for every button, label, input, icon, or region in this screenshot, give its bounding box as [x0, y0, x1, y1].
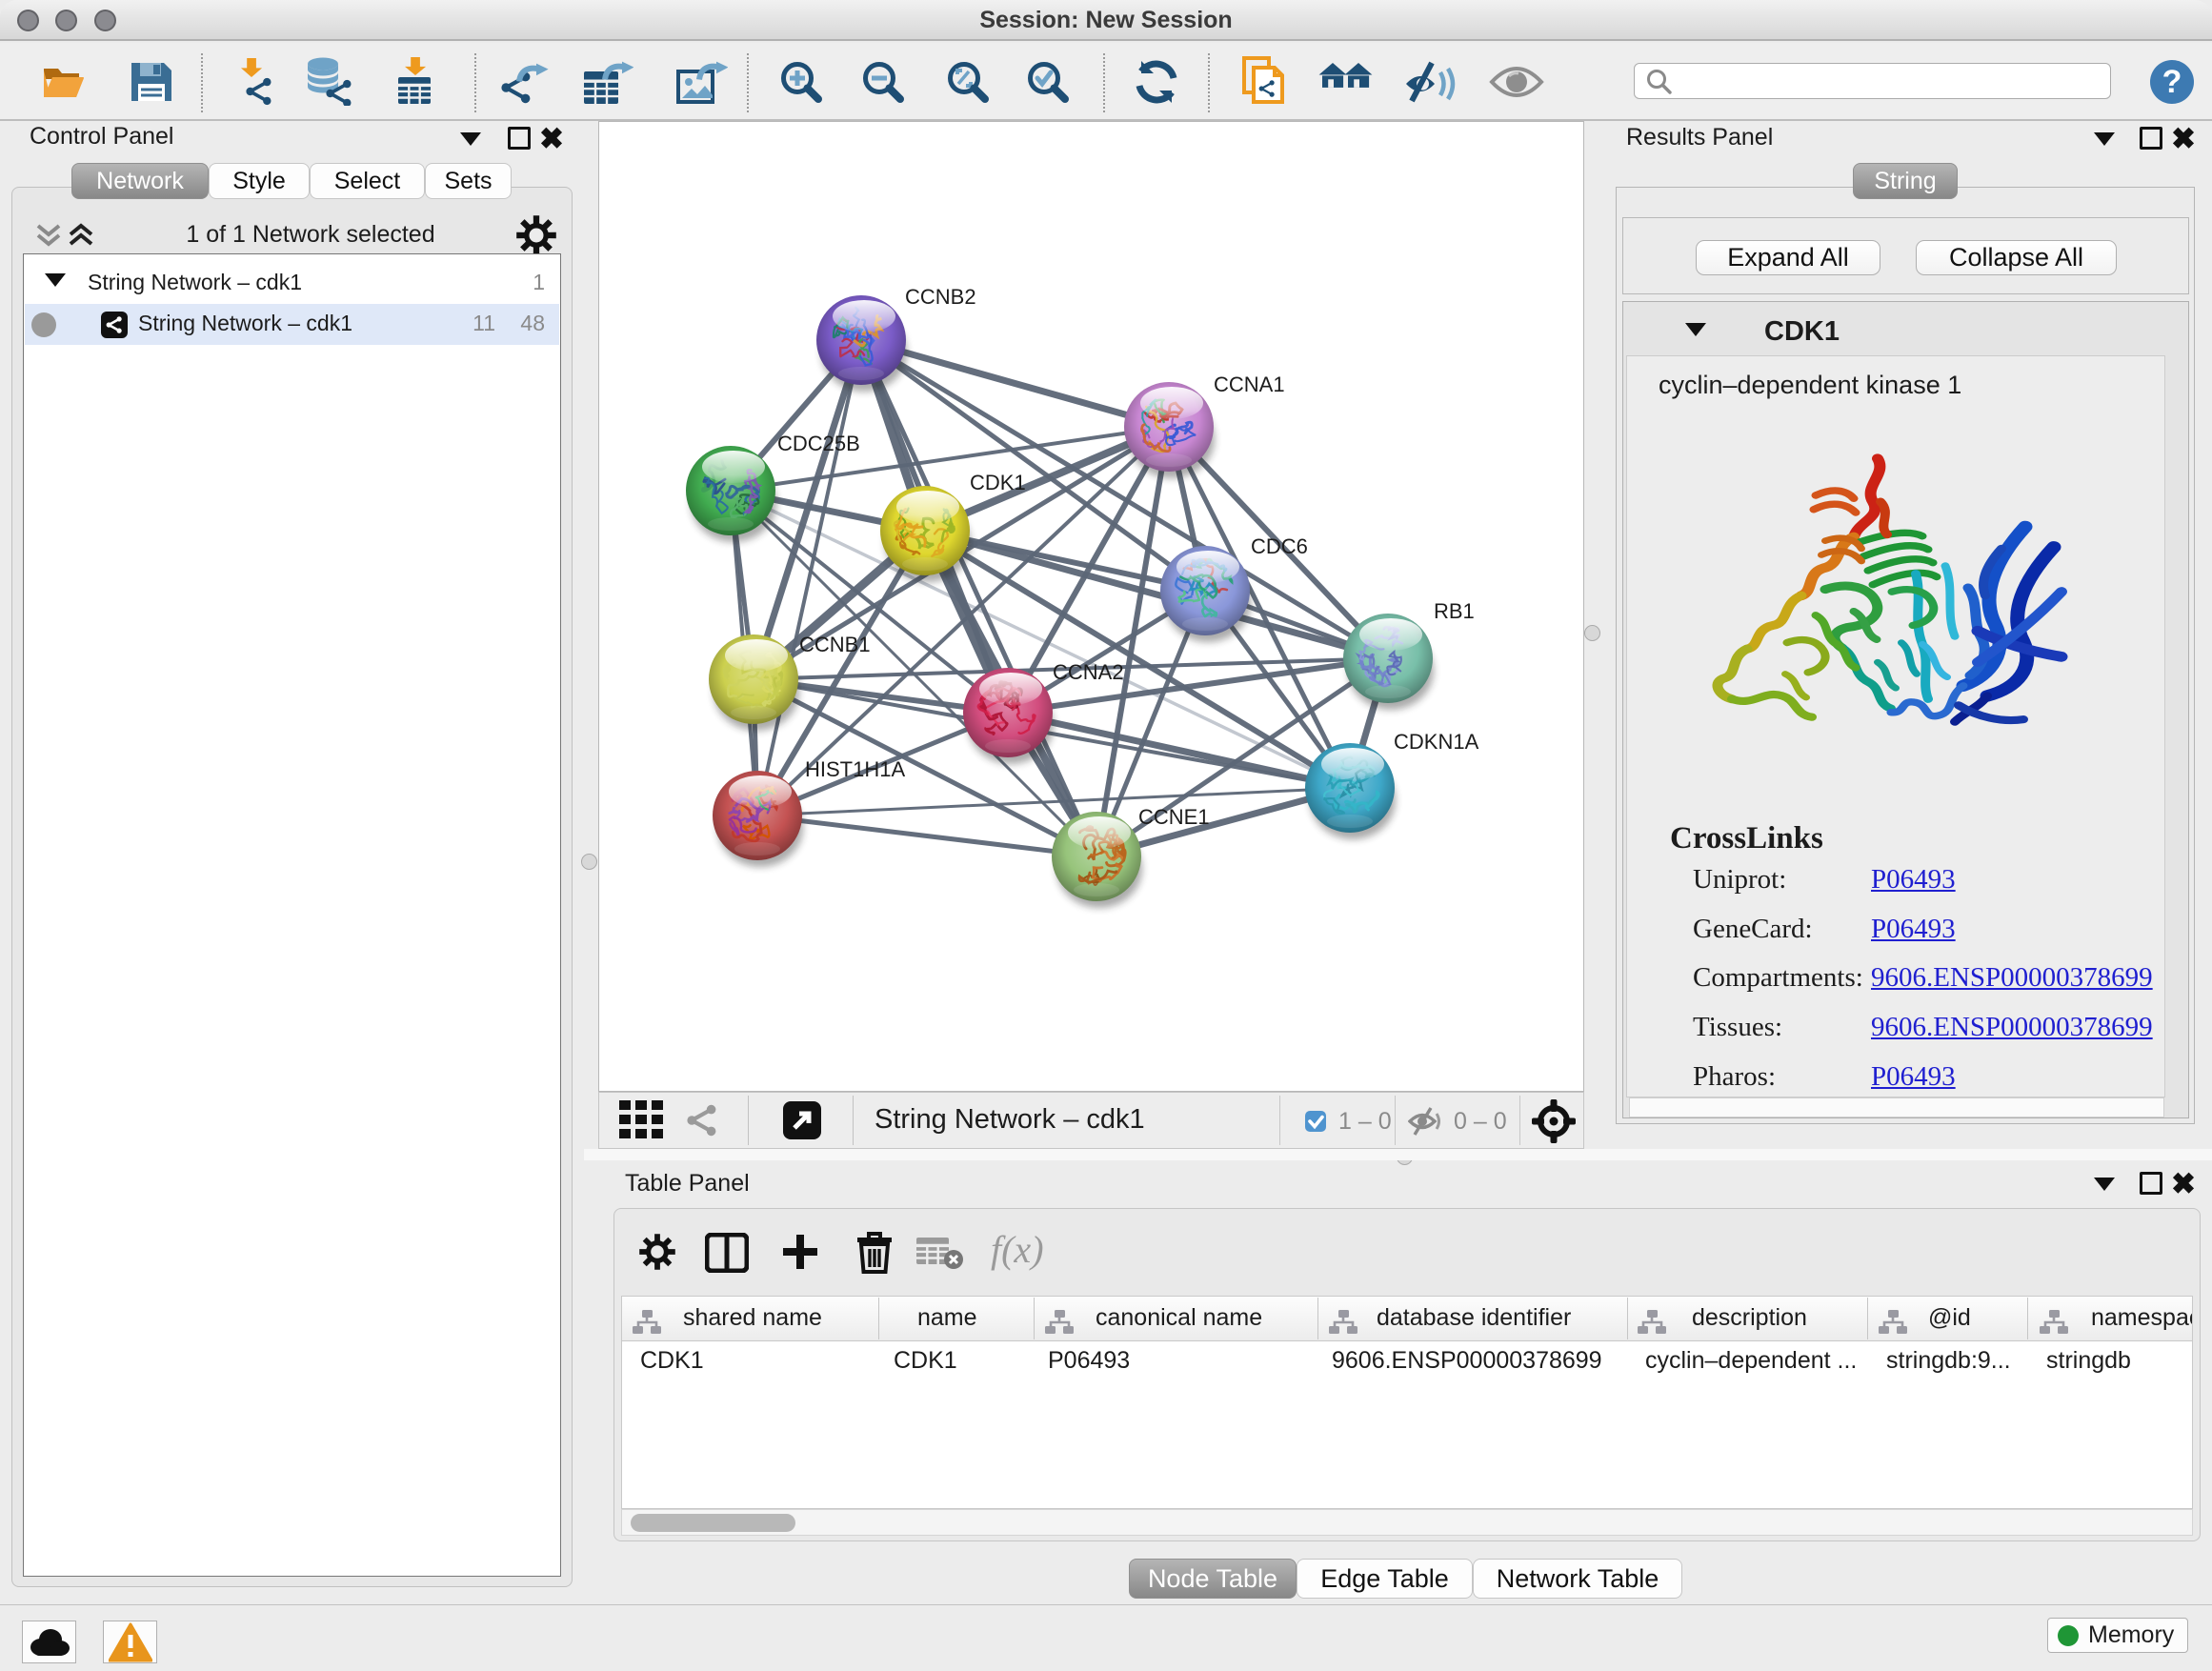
svg-text:CCNA2: CCNA2: [1053, 660, 1124, 684]
svg-text:RB1: RB1: [1434, 599, 1475, 623]
svg-text:CCNB1: CCNB1: [799, 633, 871, 656]
svg-text:CDC6: CDC6: [1251, 534, 1308, 558]
svg-text:CCNE1: CCNE1: [1138, 805, 1210, 829]
svg-text:?: ?: [2162, 64, 2182, 100]
svg-text:HIST1H1A: HIST1H1A: [805, 757, 905, 781]
svg-text:CDK1: CDK1: [970, 471, 1026, 494]
svg-text:CDKN1A: CDKN1A: [1394, 730, 1479, 754]
svg-text:CCNB2: CCNB2: [905, 285, 976, 309]
svg-text:CDC25B: CDC25B: [777, 432, 860, 455]
svg-text:CCNA1: CCNA1: [1214, 372, 1285, 396]
